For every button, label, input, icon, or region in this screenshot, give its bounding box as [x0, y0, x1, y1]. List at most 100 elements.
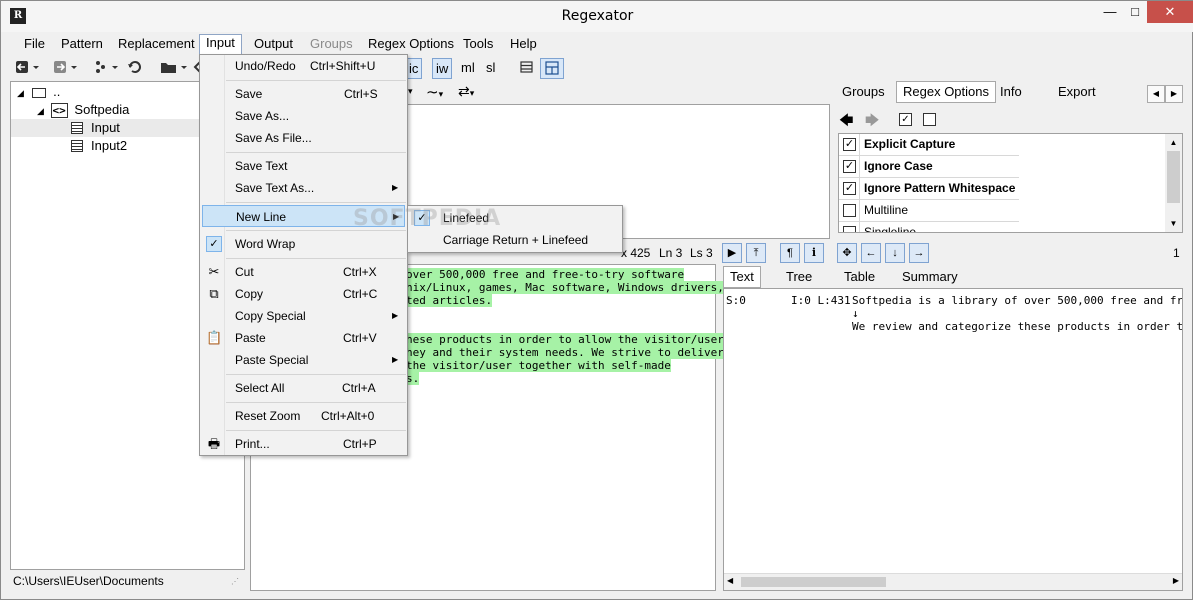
menu-save-as-file[interactable]: Save As File...	[202, 127, 405, 149]
tab-scroll-right-icon[interactable]: ▶	[1165, 85, 1183, 103]
window-title: Regexator	[561, 8, 634, 24]
layout-icon[interactable]	[540, 58, 564, 79]
submenu-arrow-icon: ▶	[392, 183, 399, 192]
tilde-icon[interactable]: ∼▾	[426, 83, 443, 101]
checkbox[interactable]	[843, 226, 856, 232]
arrow-left-icon[interactable]: 🡄	[839, 110, 853, 134]
arrow-right-icon[interactable]: 🡆	[865, 110, 879, 134]
document-icon	[71, 122, 83, 134]
swap-icon[interactable]: ⇄▾	[458, 83, 474, 100]
menu-groups[interactable]: Groups	[304, 36, 359, 54]
multiline-toggle[interactable]: ml	[458, 58, 478, 79]
scroll-left-icon[interactable]: ◀	[727, 576, 733, 585]
singleline-toggle[interactable]: sl	[483, 58, 498, 79]
checkbox[interactable]: ✓	[843, 182, 856, 195]
close-button[interactable]: ✕	[1147, 1, 1193, 23]
menu-copy[interactable]: ⧉ Copy Ctrl+C	[202, 283, 405, 305]
refresh-icon[interactable]	[123, 58, 147, 79]
menu-copy-special[interactable]: Copy Special ▶	[202, 305, 405, 327]
menu-crlf[interactable]: Carriage Return + Linefeed	[410, 229, 620, 251]
menu-save-text-as[interactable]: Save Text As... ▶	[202, 177, 405, 199]
output-hscrollbar[interactable]: ◀ ▶	[724, 573, 1182, 590]
input-line: nix/Linux, games, Mac software, Windows …	[406, 281, 724, 294]
regex-option-row[interactable]: ✓ Ignore Case	[839, 156, 1019, 178]
row-divider	[859, 178, 860, 199]
tab-table[interactable]: Table	[837, 266, 882, 288]
arrow-left-nav-icon[interactable]: ←	[861, 243, 881, 263]
menu-undo-redo[interactable]: Undo/Redo Ctrl+Shift+U	[202, 55, 405, 77]
menu-save-as[interactable]: Save As...	[202, 105, 405, 127]
first-icon[interactable]: ⤒	[746, 243, 766, 263]
drive-icon	[31, 87, 46, 98]
menu-output[interactable]: Output	[248, 36, 299, 54]
check-all-icon[interactable]: ✓	[899, 112, 912, 127]
menu-paste[interactable]: 📋 Paste Ctrl+V	[202, 327, 405, 349]
tab-groups[interactable]: Groups	[835, 81, 892, 103]
menu-input[interactable]: Input	[199, 34, 242, 55]
menu-reset-zoom[interactable]: Reset Zoom Ctrl+Alt+0	[202, 405, 405, 427]
submenu-arrow-icon: ▶	[392, 355, 399, 364]
menu-word-wrap[interactable]: ✓ Word Wrap	[202, 233, 405, 255]
scroll-thumb[interactable]	[1167, 151, 1180, 203]
menu-tools[interactable]: Tools	[457, 36, 499, 54]
scroll-up-icon[interactable]: ▲	[1165, 134, 1182, 151]
scroll-right-icon[interactable]: ▶	[1173, 576, 1179, 585]
tab-text[interactable]: Text	[723, 266, 761, 288]
tab-tree[interactable]: Tree	[779, 266, 819, 288]
menu-pattern[interactable]: Pattern	[55, 36, 109, 54]
checkbox[interactable]: ✓	[843, 160, 856, 173]
options-scrollbar[interactable]: ▲ ▼	[1165, 134, 1182, 232]
back-icon[interactable]	[11, 58, 43, 79]
item-label: Print...	[235, 437, 270, 451]
resize-grip-icon[interactable]: ⋰	[231, 577, 241, 587]
chevron-down-icon[interactable]: ▾	[408, 86, 413, 97]
menu-save-text[interactable]: Save Text	[202, 155, 405, 177]
expand-icon[interactable]: ◢	[37, 106, 44, 116]
menu-replacement[interactable]: Replacement	[112, 36, 201, 54]
regex-option-row[interactable]: ✓ Ignore Pattern Whitespace	[839, 178, 1019, 200]
format-icon[interactable]: ¶	[780, 243, 800, 263]
expand-arrows-icon[interactable]: ✥	[837, 243, 857, 263]
minimize-button[interactable]: —	[1097, 1, 1123, 23]
item-label: Carriage Return + Linefeed	[443, 233, 589, 247]
tab-scroll-left-icon[interactable]: ◀	[1147, 85, 1165, 103]
regex-tool-icon[interactable]	[89, 58, 123, 79]
scroll-down-icon[interactable]: ▼	[1165, 215, 1182, 232]
regex-option-row[interactable]: Multiline	[839, 200, 1019, 222]
menu-print[interactable]: 🖶 Print... Ctrl+P	[202, 433, 405, 455]
menu-regex-options[interactable]: Regex Options	[362, 36, 460, 54]
regex-option-row[interactable]: Singleline	[839, 222, 1019, 232]
regex-option-row[interactable]: ✓ Explicit Capture	[839, 134, 1019, 156]
menu-save[interactable]: Save Ctrl+S	[202, 83, 405, 105]
forward-icon[interactable]	[49, 58, 81, 79]
tree-project[interactable]: ◢ <> Softpedia	[37, 101, 129, 119]
run-icon[interactable]: ▶	[722, 243, 742, 263]
uncheck-all-icon[interactable]	[923, 112, 936, 127]
menu-help[interactable]: Help	[504, 36, 543, 54]
item-label: Paste	[235, 331, 266, 345]
input-text[interactable]: over 500,000 free and free-to-try softwa…	[406, 268, 724, 385]
menu-cut[interactable]: ✂ Cut Ctrl+X	[202, 261, 405, 283]
info-icon[interactable]: i	[804, 243, 824, 263]
row-divider	[859, 222, 860, 232]
menu-select-all[interactable]: Select All Ctrl+A	[202, 377, 405, 399]
input-line: the visitor/user together with self-made	[406, 359, 671, 372]
tab-summary[interactable]: Summary	[895, 266, 965, 288]
arrow-down-nav-icon[interactable]: ↓	[885, 243, 905, 263]
item-label: Save As File...	[235, 131, 312, 145]
hscroll-thumb[interactable]	[741, 577, 886, 587]
checkbox[interactable]	[843, 204, 856, 217]
ignore-whitespace-toggle[interactable]: iw	[432, 58, 453, 79]
arrow-right-nav-icon[interactable]: →	[909, 243, 929, 263]
tab-regex-options[interactable]: Regex Options	[896, 81, 996, 103]
menu-file[interactable]: File	[18, 36, 51, 54]
tab-info[interactable]: Info	[993, 81, 1029, 103]
tree-root[interactable]: ◢ ..	[17, 83, 60, 101]
tab-export[interactable]: Export	[1051, 81, 1103, 103]
checkbox[interactable]: ✓	[843, 138, 856, 151]
menu-paste-special[interactable]: Paste Special ▶	[202, 349, 405, 371]
expand-icon[interactable]: ◢	[17, 88, 24, 98]
maximize-button[interactable]: □	[1123, 1, 1147, 23]
folder-icon[interactable]	[156, 58, 192, 79]
list-view-icon[interactable]	[516, 58, 538, 79]
